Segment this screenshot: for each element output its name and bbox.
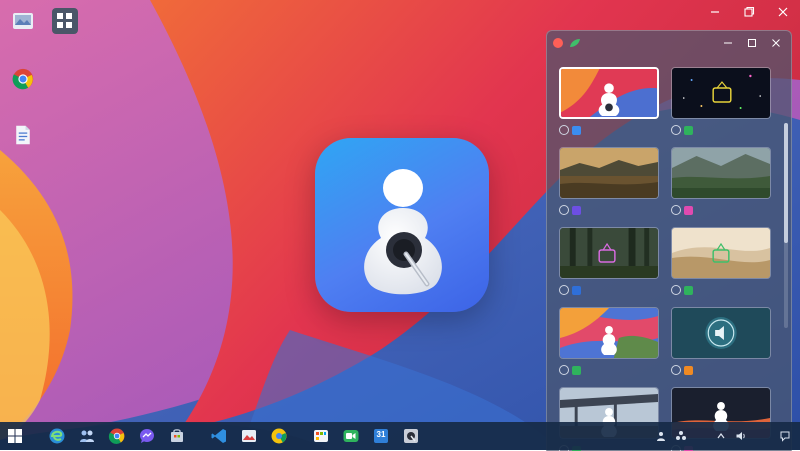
taskbar-edge[interactable] bbox=[42, 422, 72, 450]
minimize-button[interactable] bbox=[719, 34, 737, 52]
theme-tag-icon bbox=[572, 366, 581, 375]
window-controls bbox=[698, 0, 800, 24]
theme-thumbnail bbox=[559, 307, 659, 359]
radio-icon[interactable] bbox=[671, 205, 681, 215]
taskbar-apps[interactable] bbox=[306, 422, 336, 450]
chrome-icon bbox=[10, 66, 36, 92]
vscode-icon bbox=[210, 427, 228, 445]
theme-thumbnail bbox=[559, 147, 659, 199]
volume-icon[interactable] bbox=[734, 429, 748, 443]
maximize-button[interactable] bbox=[743, 34, 761, 52]
radio-icon[interactable] bbox=[559, 125, 569, 135]
taskbar-vscode[interactable] bbox=[204, 422, 234, 450]
radio-icon[interactable] bbox=[671, 285, 681, 295]
theme-tile[interactable] bbox=[671, 227, 771, 299]
chevron-up-icon[interactable] bbox=[714, 429, 728, 443]
calendar-day: 31 bbox=[366, 430, 396, 439]
image-stack-icon bbox=[10, 8, 36, 34]
taskbar-camera[interactable] bbox=[396, 422, 426, 450]
minimize-icon[interactable] bbox=[698, 0, 732, 24]
radio-icon[interactable] bbox=[559, 205, 569, 215]
taskbar-people[interactable] bbox=[72, 422, 102, 450]
close-icon[interactable] bbox=[766, 0, 800, 24]
system-tray bbox=[654, 422, 800, 450]
taskbar-facetime[interactable] bbox=[336, 422, 366, 450]
minimize-icon bbox=[723, 38, 733, 48]
store-icon bbox=[168, 427, 186, 445]
facetime-icon bbox=[342, 427, 360, 445]
close-button[interactable] bbox=[767, 34, 785, 52]
taskbar-messenger[interactable] bbox=[132, 422, 162, 450]
theme-tag-icon bbox=[572, 126, 581, 135]
taskbar-photos[interactable] bbox=[234, 422, 264, 450]
edge-icon bbox=[48, 427, 66, 445]
radio-icon[interactable] bbox=[559, 285, 569, 295]
network-icon[interactable] bbox=[674, 429, 688, 443]
radio-icon[interactable] bbox=[559, 365, 569, 375]
theme-tag-icon bbox=[684, 206, 693, 215]
theme-thumbnail bbox=[671, 227, 771, 279]
leaf-icon bbox=[569, 38, 581, 48]
theme-tile[interactable] bbox=[671, 67, 771, 139]
radio-icon[interactable] bbox=[671, 125, 681, 135]
theme-tag-icon bbox=[572, 206, 581, 215]
taskbar: 31 bbox=[0, 422, 800, 450]
theme-tile[interactable] bbox=[559, 227, 659, 299]
theme-thumbnail bbox=[671, 147, 771, 199]
theme-tile[interactable] bbox=[559, 67, 659, 139]
theme-window-titlebar bbox=[547, 31, 791, 55]
theme-tile[interactable] bbox=[559, 307, 659, 379]
taskbar-start[interactable] bbox=[0, 422, 30, 450]
desktop-icon-settings[interactable] bbox=[42, 8, 88, 48]
theme-thumbnail bbox=[559, 227, 659, 279]
theme-thumbnail bbox=[671, 307, 771, 359]
chrome-icon bbox=[108, 427, 126, 445]
windows-start-icon bbox=[6, 427, 24, 445]
document-icon bbox=[10, 122, 36, 148]
theme-grid bbox=[559, 67, 779, 451]
radio-icon[interactable] bbox=[671, 365, 681, 375]
chrome-alt-icon bbox=[270, 427, 288, 445]
theme-tag-icon bbox=[684, 366, 693, 375]
close-icon bbox=[771, 38, 781, 48]
notification-icon[interactable] bbox=[778, 429, 792, 443]
taskbar-calendar[interactable]: 31 bbox=[366, 422, 396, 450]
desktop-icon-chrome[interactable] bbox=[0, 66, 46, 106]
theme-thumbnail bbox=[559, 67, 659, 119]
theme-tag-icon bbox=[572, 286, 581, 295]
desktop-icon-photos[interactable] bbox=[0, 8, 46, 48]
desktop-icon-document[interactable] bbox=[0, 122, 46, 162]
taskbar-chrome[interactable] bbox=[102, 422, 132, 450]
theme-thumbnail bbox=[671, 67, 771, 119]
restore-icon[interactable] bbox=[732, 0, 766, 24]
app-badge-icon bbox=[553, 38, 563, 48]
maximize-icon bbox=[747, 38, 757, 48]
theme-tile[interactable] bbox=[671, 307, 771, 379]
people-icon bbox=[78, 427, 96, 445]
grid-app-icon bbox=[52, 8, 78, 34]
taskbar-chrome-alt[interactable] bbox=[264, 422, 294, 450]
theme-window bbox=[546, 30, 792, 451]
apps-icon bbox=[312, 427, 330, 445]
photos-icon bbox=[240, 427, 258, 445]
theme-tag-icon bbox=[684, 286, 693, 295]
scrollbar-thumb[interactable] bbox=[784, 123, 788, 243]
taskbar-store[interactable] bbox=[162, 422, 192, 450]
camera-icon bbox=[402, 427, 420, 445]
theme-tile[interactable] bbox=[559, 147, 659, 219]
theme-tag-icon bbox=[684, 126, 693, 135]
app-logo-icon bbox=[315, 138, 489, 312]
messenger-icon bbox=[138, 427, 156, 445]
theme-tile[interactable] bbox=[671, 147, 771, 219]
user-icon[interactable] bbox=[654, 429, 668, 443]
